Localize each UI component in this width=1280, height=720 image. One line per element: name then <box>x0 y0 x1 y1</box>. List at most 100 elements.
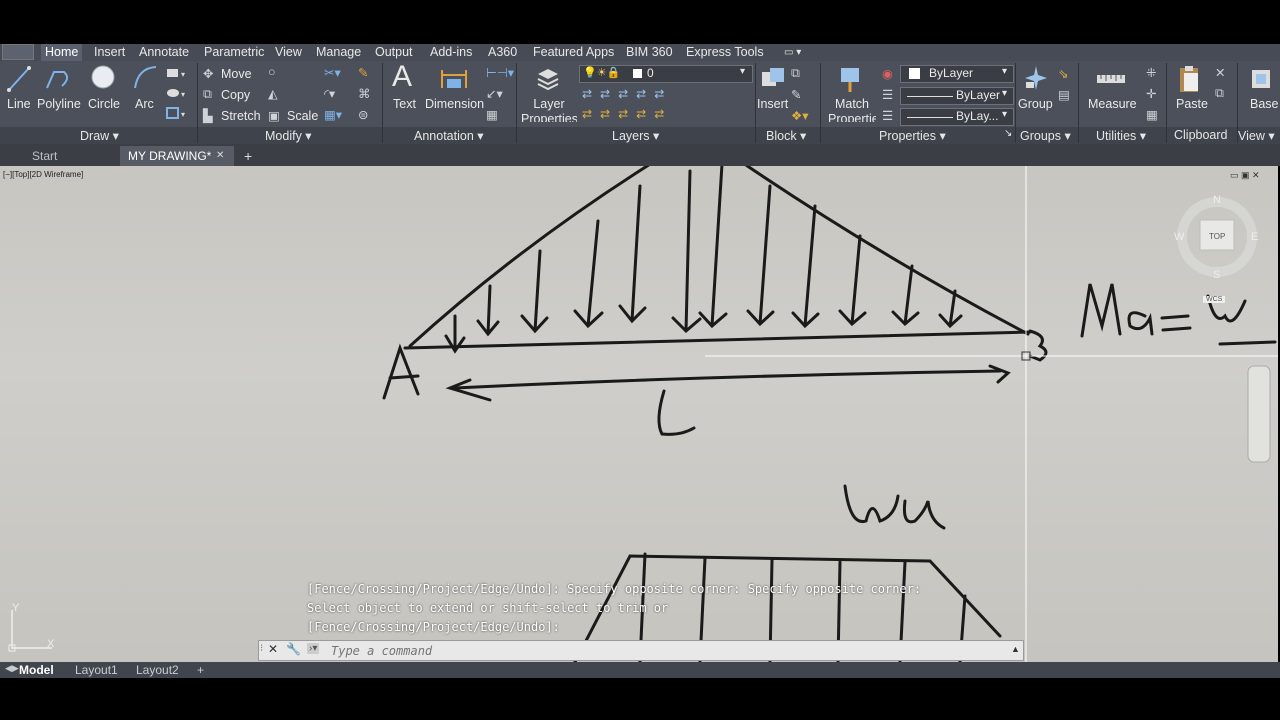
group-edit-icon[interactable]: ▤ <box>1058 87 1070 102</box>
viewport-controls[interactable]: ▭ ▣ ✕ <box>1230 170 1260 181</box>
layer-properties-icon[interactable] <box>536 66 560 92</box>
edit-block-icon[interactable]: ✎ <box>791 87 801 102</box>
trim-icon[interactable]: ✂▾ <box>324 65 341 80</box>
create-block-icon[interactable]: ⧉ <box>791 66 800 81</box>
tab-bim-360[interactable]: BIM 360 <box>626 44 673 61</box>
tab-layout2[interactable]: Layout2 <box>136 663 179 677</box>
table-icon[interactable]: ▦ <box>486 107 498 122</box>
offset-icon[interactable]: ⊜ <box>358 107 368 122</box>
scale-button[interactable]: Scale <box>287 109 318 123</box>
arc-icon[interactable] <box>132 64 158 92</box>
insert-button-label[interactable]: Insert <box>757 97 788 111</box>
stretch-button[interactable]: Stretch <box>221 109 261 123</box>
tab-model[interactable]: Model <box>19 663 54 677</box>
panel-title-properties[interactable]: Properties ▾ <box>879 128 946 143</box>
tab-express-tools[interactable]: Express Tools <box>686 44 764 61</box>
close-tab-icon[interactable]: ✕ <box>216 146 224 166</box>
mirror-icon[interactable]: ◭ <box>268 86 278 101</box>
tab-parametric[interactable]: Parametric <box>204 44 264 61</box>
ribbon-options-icon[interactable]: ▭ ▾ <box>784 44 801 61</box>
linetype-dropdown[interactable]: ByLayer ▾ <box>900 87 1014 105</box>
polyline-button-label[interactable]: Polyline <box>37 97 81 111</box>
line-button-label[interactable]: Line <box>7 97 31 111</box>
tab-layout1[interactable]: Layout1 <box>75 663 118 677</box>
match-properties-icon[interactable] <box>838 66 864 94</box>
copy-icon[interactable]: ⧉ <box>203 87 212 102</box>
customize-wrench-icon[interactable]: 🔧 <box>286 642 301 656</box>
command-grip-icon[interactable]: ⁝ <box>260 643 263 654</box>
layout-scroll-icon[interactable]: ◀▶ <box>5 663 19 674</box>
panel-title-draw[interactable]: Draw ▾ <box>80 128 119 143</box>
wcs-menu[interactable]: WCS <box>1203 296 1226 303</box>
insert-block-icon[interactable] <box>760 66 786 92</box>
hatch-icon[interactable]: ▾ <box>166 87 190 101</box>
viewcube-top-face[interactable]: TOP <box>1209 232 1225 241</box>
viewport-label[interactable]: [−][Top][2D Wireframe] <box>3 170 83 179</box>
tab-a360[interactable]: A360 <box>488 44 517 61</box>
quick-select-icon[interactable]: ⁜ <box>1146 65 1156 80</box>
layer-properties-button-label[interactable]: Layer Properties <box>521 97 577 122</box>
erase-icon[interactable]: ✎ <box>358 65 368 80</box>
new-tab-icon[interactable]: + <box>244 146 252 166</box>
dialog-launcher-icon[interactable]: ↘ <box>1004 128 1012 139</box>
compass-west[interactable]: W <box>1174 231 1184 243</box>
add-layout-icon[interactable]: + <box>197 663 204 677</box>
explode-icon[interactable]: ⌘ <box>358 86 371 101</box>
panel-title-modify[interactable]: Modify ▾ <box>265 128 312 143</box>
move-icon[interactable]: ✥ <box>203 66 213 81</box>
linear-dim-icon[interactable]: ⊢⊣▾ <box>486 65 514 80</box>
panel-title-view[interactable]: View ▾ <box>1238 128 1275 143</box>
leader-icon[interactable]: ↙▾ <box>486 86 503 101</box>
calculator-icon[interactable]: ▦ <box>1146 107 1158 122</box>
move-button[interactable]: Move <box>221 67 252 81</box>
paste-button-label[interactable]: Paste <box>1176 97 1208 111</box>
fillet-icon[interactable]: ◜▾ <box>324 86 335 101</box>
tab-start[interactable]: Start <box>26 146 63 166</box>
dimension-button-label[interactable]: Dimension <box>425 97 484 111</box>
tab-manage[interactable]: Manage <box>316 44 361 61</box>
close-command-icon[interactable]: ✕ <box>268 642 278 656</box>
panel-title-groups[interactable]: Groups ▾ <box>1020 128 1071 143</box>
base-view-icon[interactable] <box>1250 66 1276 92</box>
panel-title-block[interactable]: Block ▾ <box>766 128 806 143</box>
stretch-icon[interactable]: ▙ <box>203 108 213 123</box>
text-button-label[interactable]: Text <box>393 97 416 111</box>
command-input[interactable] <box>305 642 1031 659</box>
scale-icon[interactable]: ▣ <box>268 108 280 123</box>
boundary-icon[interactable]: ▾ <box>166 107 190 121</box>
tab-view[interactable]: View <box>275 44 302 61</box>
compass-south[interactable]: S <box>1213 269 1220 281</box>
point-icon[interactable]: ✛ <box>1146 86 1156 101</box>
tab-insert[interactable]: Insert <box>94 44 125 61</box>
layer-dropdown[interactable]: 💡☀🔒 0 ▾ <box>579 65 753 83</box>
color-dropdown[interactable]: ByLayer ▾ <box>900 65 1014 83</box>
lineweight-dropdown[interactable]: ByLay... ▾ <box>900 108 1014 126</box>
tab-featured-apps[interactable]: Featured Apps <box>533 44 614 61</box>
line-icon[interactable] <box>6 64 32 94</box>
base-button-label[interactable]: Base <box>1250 97 1279 111</box>
arc-button-label[interactable]: Arc <box>135 97 154 111</box>
panel-title-clipboard[interactable]: Clipboard <box>1174 128 1228 142</box>
polyline-icon[interactable] <box>44 64 72 94</box>
match-properties-button-label[interactable]: Match Properties <box>828 97 876 122</box>
paste-icon[interactable] <box>1178 64 1202 94</box>
dimension-icon[interactable] <box>439 66 469 92</box>
layer-tools-row1-icons[interactable]: ⇄⇄⇄⇄⇄ <box>582 87 672 101</box>
rectangle-icon[interactable]: ▾ <box>166 67 190 81</box>
block-attribute-icon[interactable]: ❖▾ <box>791 108 808 123</box>
tab-home[interactable]: Home <box>41 44 83 61</box>
ungroup-icon[interactable]: ⇘ <box>1058 66 1068 81</box>
app-menu-button[interactable] <box>2 44 34 60</box>
panel-title-annotation[interactable]: Annotation ▾ <box>414 128 484 143</box>
compass-north[interactable]: N <box>1213 194 1221 206</box>
group-icon[interactable] <box>1022 64 1050 92</box>
cut-icon[interactable]: ✕ <box>1215 65 1225 80</box>
tab-annotate[interactable]: Annotate <box>139 44 189 61</box>
measure-button-label[interactable]: Measure <box>1088 97 1137 111</box>
command-history-toggle-icon[interactable]: ▲ <box>1011 644 1020 654</box>
layer-tools-row2-icons[interactable]: ⇄⇄⇄⇄⇄ <box>582 107 672 121</box>
tab-add-ins[interactable]: Add-ins <box>430 44 472 61</box>
panel-title-utilities[interactable]: Utilities ▾ <box>1096 128 1146 143</box>
copy-button[interactable]: Copy <box>221 88 250 102</box>
compass-east[interactable]: E <box>1251 231 1258 243</box>
